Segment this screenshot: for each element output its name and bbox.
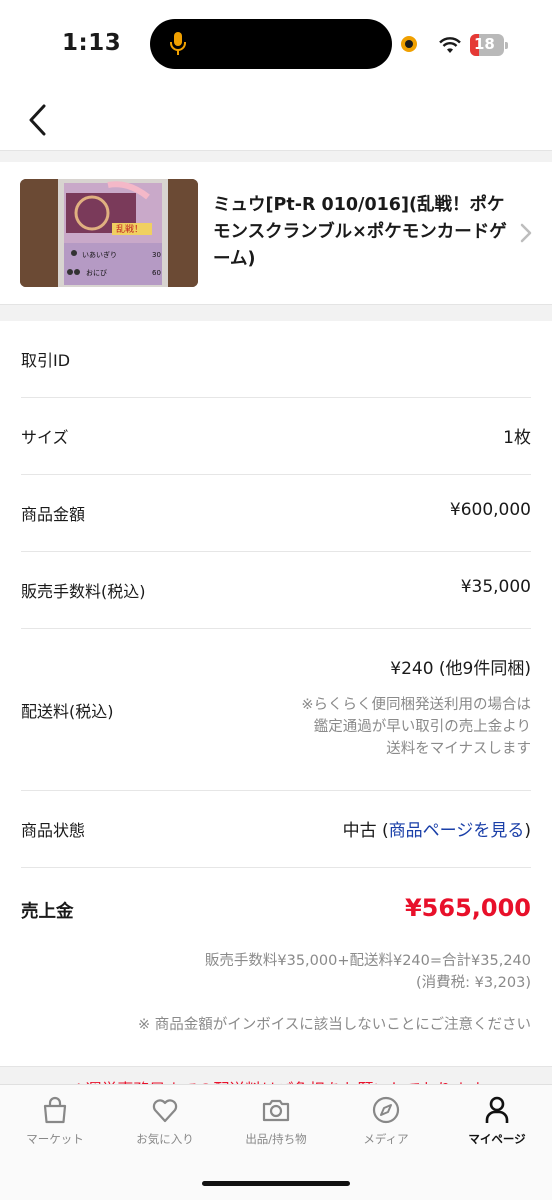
paren-open: ( (382, 821, 389, 841)
nav-header (0, 90, 552, 150)
card-photo-image: 乱戦！ いあいぎり 30 おにび 60 (20, 179, 198, 287)
condition-value-group: 中古 (商品ページを見る) (343, 816, 531, 841)
tab-market[interactable]: マーケット (0, 1095, 110, 1155)
battery-level: 18 (474, 35, 495, 53)
shipping-note: ※らくらく便同梱発送利用の場合は 鑑定通過が早い取引の売上金より 送料をマイナス… (301, 697, 531, 757)
trade-id-label: 取引ID (21, 351, 71, 370)
paren-close: ) (524, 821, 531, 841)
product-title[interactable]: ミュウ[Pt-R 010/016](乱戦！ポケモンスクランブル×ポケモンカードゲ… (213, 192, 513, 273)
condition-value: 中古 (342, 821, 377, 841)
tab-media[interactable]: メディア (331, 1095, 441, 1155)
sales-breakdown: 販売手数料¥35,000+配送料¥240=合計¥35,240 (204, 953, 531, 969)
row-sales: 売上金 ¥565,000 販売手数料¥35,000+配送料¥240=合計¥35,… (0, 868, 552, 1064)
shipping-value: ¥240 (他9件同梱) (390, 659, 531, 679)
row-fee: 販売手数料(税込) ¥35,000 (0, 552, 552, 628)
section-separator: ※運営事務局までの配送料はご負担をお願いしております (0, 1066, 552, 1085)
tab-label: メディア (363, 1132, 409, 1146)
battery-icon: 18 (470, 34, 508, 56)
person-icon (485, 1096, 509, 1123)
bag-icon (43, 1096, 67, 1124)
row-trade-id: 取引ID (0, 321, 552, 397)
back-chevron-icon[interactable] (24, 98, 54, 142)
fee-label: 販売手数料(税込) (21, 582, 146, 601)
size-value: 1枚 (503, 428, 531, 448)
row-price: 商品金額 ¥600,000 (0, 475, 552, 551)
heart-icon (152, 1099, 178, 1123)
sales-breakdown-note: 販売手数料¥35,000+配送料¥240=合計¥35,240 (消費税: ¥3,… (205, 950, 531, 994)
tab-label: 出品/持ち物 (245, 1132, 307, 1146)
svg-text:おにび: おにび (86, 269, 107, 277)
shipping-label: 配送料(税込) (21, 702, 114, 721)
dynamic-island (150, 19, 392, 69)
svg-text:60: 60 (152, 269, 161, 277)
row-shipping: 配送料(税込) ¥240 (他9件同梱) ※らくらく便同梱発送利用の場合は 鑑定… (0, 629, 552, 790)
row-condition: 商品状態 中古 (商品ページを見る) (0, 791, 552, 867)
product-thumbnail: 乱戦！ いあいぎり 30 おにび 60 (20, 179, 198, 287)
sales-value: ¥565,000 (404, 894, 531, 922)
invoice-note: ※ 商品金額がインボイスに該当しないことにご注意ください (137, 1017, 531, 1033)
tab-label: マイページ (468, 1132, 526, 1146)
svg-text:いあいぎり: いあいぎり (82, 250, 117, 259)
sales-label: 売上金 (21, 902, 74, 922)
section-separator (0, 304, 552, 322)
home-indicator[interactable] (202, 1181, 350, 1186)
status-bar: 1:13 18 (0, 0, 552, 90)
tab-label: お気に入り (136, 1132, 194, 1146)
status-time: 1:13 (62, 30, 122, 56)
tab-mypage[interactable]: マイページ (442, 1095, 552, 1155)
camera-icon (262, 1099, 290, 1122)
svg-text:乱戦！: 乱戦！ (116, 223, 143, 235)
chevron-right-icon[interactable] (519, 222, 533, 244)
fee-value: ¥35,000 (460, 577, 531, 597)
recording-indicator-icon (401, 36, 417, 52)
compass-icon (372, 1096, 400, 1124)
condition-label: 商品状態 (21, 821, 86, 840)
page: 1:13 18 乱戦！ いあいぎり 30 おにび 60 ミュウ[Pt-R 010… (0, 0, 552, 1200)
tab-label: マーケット (26, 1132, 84, 1146)
svg-text:30: 30 (152, 251, 161, 259)
price-value: ¥600,000 (449, 500, 531, 520)
price-label: 商品金額 (21, 505, 86, 524)
product-card[interactable]: 乱戦！ いあいぎり 30 おにび 60 ミュウ[Pt-R 010/016](乱戦… (0, 162, 552, 304)
size-label: サイズ (21, 428, 69, 447)
tab-favorites[interactable]: お気に入り (110, 1095, 220, 1155)
microphone-icon (170, 32, 186, 55)
wifi-icon (439, 37, 461, 53)
product-page-link[interactable]: 商品ページを見る (389, 821, 525, 841)
tab-listing[interactable]: 出品/持ち物 (221, 1095, 331, 1155)
row-size: サイズ 1枚 (0, 398, 552, 474)
sales-tax: (消費税: ¥3,203) (415, 975, 531, 991)
